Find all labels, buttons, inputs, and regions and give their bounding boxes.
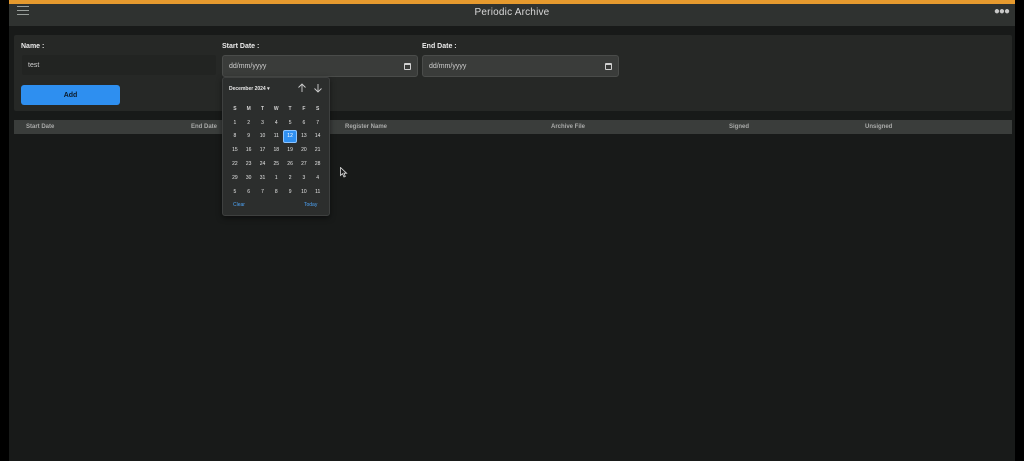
- calendar-day[interactable]: 22: [228, 157, 242, 171]
- calendar-day[interactable]: 9: [242, 130, 256, 144]
- calendar-day[interactable]: 4: [311, 171, 325, 185]
- calendar-day[interactable]: 14: [311, 130, 325, 144]
- calendar-day[interactable]: 8: [228, 130, 242, 144]
- name-input[interactable]: test: [21, 54, 217, 76]
- calendar-day[interactable]: 7: [311, 116, 325, 130]
- calendar-day[interactable]: 19: [283, 143, 297, 157]
- weekday-header: M: [246, 105, 251, 112]
- calendar-day[interactable]: 8: [269, 185, 283, 199]
- arrow-down-icon[interactable]: [313, 83, 323, 93]
- clear-button[interactable]: Clear: [233, 202, 245, 208]
- calendar-day[interactable]: 23: [242, 157, 256, 171]
- calendar-day[interactable]: 28: [311, 157, 325, 171]
- column-header[interactable]: Unsigned: [865, 124, 892, 130]
- weekday-header: T: [260, 105, 265, 112]
- calendar-day[interactable]: 12: [283, 129, 297, 144]
- calendar-day[interactable]: 5: [283, 116, 297, 130]
- column-header[interactable]: Archive File: [551, 124, 585, 130]
- calendar-day[interactable]: 20: [297, 143, 311, 157]
- column-header[interactable]: Signed: [729, 124, 749, 130]
- calendar-day[interactable]: 17: [256, 143, 270, 157]
- calendar-day[interactable]: 11: [311, 185, 325, 199]
- column-header[interactable]: Start Date: [26, 124, 54, 130]
- mouse-cursor-icon: [340, 167, 348, 178]
- app-window: — Periodic Archive ●●● Name : test Start…: [0, 0, 1024, 461]
- month-year-selector[interactable]: December 2024 ▾: [229, 86, 270, 92]
- end-date-label: End Date :: [422, 43, 457, 50]
- calendar-day[interactable]: 6: [242, 185, 256, 199]
- calendar-icon[interactable]: [605, 62, 612, 70]
- calendar-day[interactable]: 10: [297, 185, 311, 199]
- name-label: Name :: [21, 43, 45, 50]
- calendar-day[interactable]: 16: [242, 143, 256, 157]
- weekday-header: S: [233, 105, 237, 112]
- more-options-icon[interactable]: ●●●: [994, 6, 1010, 17]
- calendar-day[interactable]: 9: [283, 185, 297, 199]
- date-picker-popup: December 2024 ▾ S M T W T F S 1 2 3 4 5 6 7 8 9 10 11 12 13…: [222, 77, 330, 216]
- banner-text: —: [9, 0, 1015, 3]
- end-date-input[interactable]: dd/mm/yyyy: [422, 55, 619, 77]
- title-bar: Periodic Archive ●●●: [9, 4, 1015, 26]
- calendar-day[interactable]: 5: [228, 185, 242, 199]
- weekday-header: T: [288, 105, 292, 112]
- weekday-header: S: [316, 105, 320, 112]
- start-date-input[interactable]: dd/mm/yyyy: [222, 55, 418, 77]
- calendar-day[interactable]: 13: [297, 130, 311, 144]
- calendar-day[interactable]: 30: [242, 171, 256, 185]
- calendar-day[interactable]: 7: [256, 185, 270, 199]
- calendar-day[interactable]: 3: [297, 171, 311, 185]
- calendar-day[interactable]: 21: [311, 143, 325, 157]
- calendar-day[interactable]: 26: [283, 157, 297, 171]
- calendar-day[interactable]: 1: [228, 116, 242, 130]
- calendar-day[interactable]: 24: [256, 157, 270, 171]
- end-date-value: dd/mm/yyyy: [429, 62, 467, 70]
- name-input-value: test: [28, 61, 40, 69]
- calendar-day[interactable]: 4: [269, 116, 283, 130]
- calendar-day[interactable]: 11: [269, 130, 283, 144]
- page-title: Periodic Archive: [474, 7, 550, 18]
- start-date-label: Start Date :: [222, 43, 260, 50]
- calendar-day[interactable]: 27: [297, 157, 311, 171]
- right-edge: [1015, 0, 1024, 461]
- weekday-header: W: [273, 105, 279, 112]
- calendar-day[interactable]: 2: [242, 116, 256, 130]
- add-button[interactable]: Add: [21, 85, 120, 105]
- calendar-day[interactable]: 18: [269, 143, 283, 157]
- calendar-day[interactable]: 2: [283, 171, 297, 185]
- calendar-day[interactable]: 6: [297, 116, 311, 130]
- calendar-icon[interactable]: [404, 62, 411, 70]
- column-header[interactable]: End Date: [191, 124, 217, 130]
- calendar-day[interactable]: 25: [269, 157, 283, 171]
- calendar-day[interactable]: 1: [269, 171, 283, 185]
- calendar-day[interactable]: 10: [256, 130, 270, 144]
- table-header: Start Date End Date Register Name Archiv…: [14, 120, 1012, 134]
- weekday-header: F: [302, 105, 306, 112]
- column-header[interactable]: Register Name: [345, 124, 387, 130]
- left-edge: [0, 0, 9, 461]
- today-button[interactable]: Today: [304, 202, 317, 208]
- calendar-day[interactable]: 15: [228, 143, 242, 157]
- start-date-value: dd/mm/yyyy: [229, 62, 267, 70]
- calendar-day[interactable]: 29: [228, 171, 242, 185]
- calendar-grid: S M T W T F S 1 2 3 4 5 6 7 8 9 10 11 12 13 14 15 16 17 18 19 20 21…: [228, 102, 325, 199]
- calendar-day[interactable]: 3: [256, 116, 270, 130]
- arrow-up-icon[interactable]: [297, 83, 307, 93]
- calendar-day[interactable]: 31: [256, 171, 270, 185]
